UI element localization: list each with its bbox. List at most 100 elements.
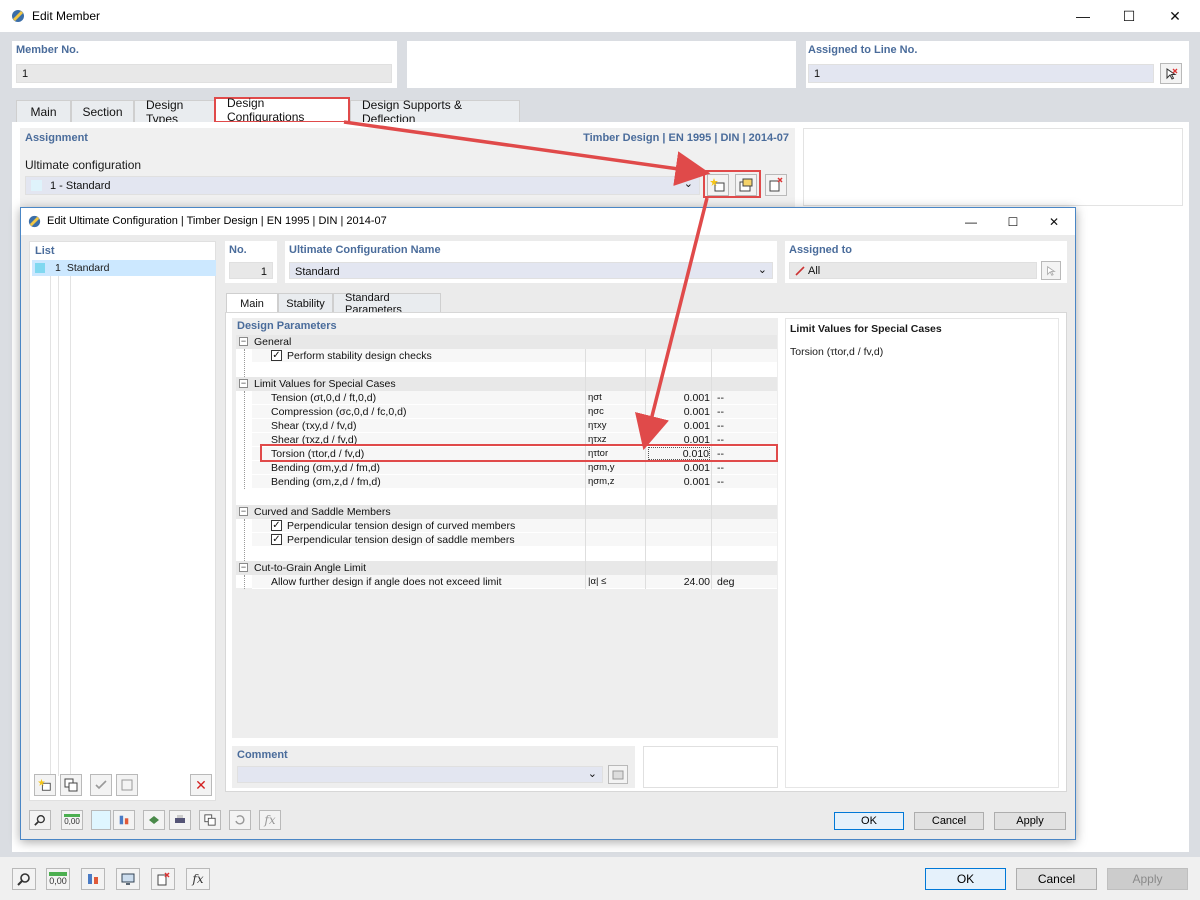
dialog-maximize-button[interactable]: ☐	[993, 208, 1033, 235]
comment-label: Comment	[237, 749, 288, 761]
tree-guide-line	[244, 391, 245, 489]
row-label: Bending (σm,z,d / fm,d)	[271, 476, 381, 488]
chevron-down-icon: ⌄	[683, 178, 693, 190]
edit-config-button[interactable]	[735, 174, 757, 196]
stability-checks-checkbox[interactable]: ✓	[271, 350, 282, 361]
dialog-units-button[interactable]: 0,00	[61, 810, 83, 830]
undo-icon	[235, 815, 245, 825]
tab-main[interactable]: Main	[16, 100, 71, 122]
table-row[interactable]: Tension (σt,0,d / ft,0,d) ησt 0.001 --	[252, 391, 777, 405]
dialog-copy-button[interactable]	[199, 810, 221, 830]
dialog-tab-standard-parameters[interactable]: Standard Parameters	[333, 292, 441, 316]
design-parameters-label: Design Parameters	[237, 320, 337, 332]
list-uncheck-button[interactable]	[116, 774, 138, 796]
dialog-tab-stability[interactable]: Stability	[278, 293, 333, 313]
dialog-function-button[interactable]: fx	[259, 810, 281, 830]
dialog-view-button[interactable]	[143, 810, 165, 830]
standard-info: Timber Design | EN 1995 | DIN | 2014-07	[583, 132, 789, 144]
help-button[interactable]	[12, 868, 36, 890]
name-select[interactable]: Standard ⌄	[289, 262, 773, 279]
row-unit: --	[717, 420, 724, 432]
pick-line-button[interactable]	[1160, 63, 1182, 84]
assigned-to-label: Assigned to	[789, 244, 852, 256]
dialog-section-button[interactable]	[113, 810, 135, 830]
comment-input[interactable]: ⌄	[237, 766, 603, 783]
maximize-button[interactable]: ☐	[1106, 0, 1152, 32]
cancel-button[interactable]: Cancel	[1016, 868, 1097, 890]
function-icon: fx	[264, 813, 276, 827]
section-tool-icon	[88, 874, 98, 884]
tab-section[interactable]: Section	[71, 100, 134, 122]
list-new-button[interactable]	[34, 774, 56, 796]
edit-config-icon	[739, 178, 753, 192]
list-panel: List 1 Standard ✕	[29, 241, 216, 801]
section-tool-button[interactable]	[81, 868, 105, 890]
row-unit: --	[717, 476, 724, 488]
ultimate-config-select[interactable]: 1 - Standard ⌄	[25, 176, 700, 195]
assigned-to-field[interactable]: All	[789, 262, 1037, 279]
function-button[interactable]: fx	[186, 868, 210, 890]
list-copy-button[interactable]	[60, 774, 82, 796]
member-number-panel: Member No. 1	[12, 41, 397, 88]
print-icon	[175, 815, 185, 823]
assigned-pick-button[interactable]	[1041, 261, 1061, 280]
list-delete-button[interactable]: ✕	[190, 774, 212, 796]
apply-button[interactable]: Apply	[1107, 868, 1188, 890]
list-item-standard[interactable]: 1 Standard	[32, 260, 216, 276]
row-unit: deg	[717, 576, 735, 588]
tab-design-types[interactable]: Design Types	[134, 98, 216, 126]
close-button[interactable]: ✕	[1152, 0, 1198, 32]
comment-library-button[interactable]	[608, 765, 628, 784]
tab-design-configurations[interactable]: Design Configurations	[214, 96, 350, 124]
member-icon	[795, 265, 805, 276]
units-button[interactable]: 0,00	[46, 868, 70, 890]
column-divider	[585, 349, 586, 589]
saddle-members-checkbox[interactable]: ✓	[271, 534, 282, 545]
grain-angle-row[interactable]: Allow further design if angle does not e…	[252, 575, 777, 589]
dialog-apply-button[interactable]: Apply	[994, 812, 1066, 830]
new-config-button[interactable]	[707, 174, 729, 196]
ok-button[interactable]: OK	[925, 868, 1006, 890]
list-check-button[interactable]	[90, 774, 112, 796]
info-panel: Limit Values for Special Cases Torsion (…	[785, 318, 1059, 788]
table-row[interactable]: Compression (σc,0,d / fc,0,d) ησc 0.001 …	[252, 405, 777, 419]
copy-icon	[204, 814, 216, 826]
dialog-print-button[interactable]	[169, 810, 191, 830]
no-panel: No. 1	[225, 241, 277, 283]
tab-design-supports-deflection[interactable]: Design Supports & Deflection	[350, 98, 520, 126]
no-field[interactable]: 1	[229, 262, 273, 279]
dialog-close-button[interactable]: ✕	[1034, 208, 1074, 235]
list-color-swatch	[35, 263, 45, 273]
dialog-reset-button[interactable]	[229, 810, 251, 830]
dialog-tab-main[interactable]: Main	[226, 293, 278, 313]
view-tool-button[interactable]	[116, 868, 140, 890]
delete-assignment-button[interactable]	[151, 868, 175, 890]
minimize-button[interactable]: —	[1060, 0, 1106, 32]
window-title: Edit Member	[32, 9, 101, 23]
assigned-to-value: All	[808, 264, 821, 277]
section-tool-icon	[119, 815, 129, 825]
new-item-icon	[38, 778, 51, 791]
collapse-icon[interactable]: −	[239, 337, 248, 346]
row-label: Shear (τxy,d / fv,d)	[271, 420, 357, 432]
dialog-ok-button[interactable]: OK	[834, 812, 904, 830]
collapse-icon[interactable]: −	[239, 563, 248, 572]
row-value: 0.001	[683, 476, 710, 488]
dialog-minimize-button[interactable]: —	[951, 208, 991, 235]
dialog-help-button[interactable]	[29, 810, 51, 830]
dialog-color-button[interactable]	[91, 810, 111, 830]
table-row[interactable]: Shear (τxy,d / fv,d) ητxy 0.001 --	[252, 419, 777, 433]
table-row[interactable]: Bending (σm,y,d / fm,d) ησm,y 0.001 --	[252, 461, 777, 475]
tree-guide-line	[244, 349, 245, 377]
curved-members-checkbox[interactable]: ✓	[271, 520, 282, 531]
collapse-icon[interactable]: −	[239, 379, 248, 388]
assigned-line-field[interactable]: 1	[808, 64, 1154, 83]
collapse-icon[interactable]: −	[239, 507, 248, 516]
table-row[interactable]: Bending (σm,z,d / fm,d) ησm,z 0.001 --	[252, 475, 777, 489]
delete-config-button[interactable]	[765, 174, 787, 196]
row-symbol: ησm,y	[588, 462, 615, 473]
dialog-cancel-button[interactable]: Cancel	[914, 812, 984, 830]
dialog-title-bar: Edit Ultimate Configuration | Timber Des…	[21, 208, 1075, 235]
member-number-field[interactable]: 1	[16, 64, 392, 83]
row-value: 0.001	[683, 406, 710, 418]
